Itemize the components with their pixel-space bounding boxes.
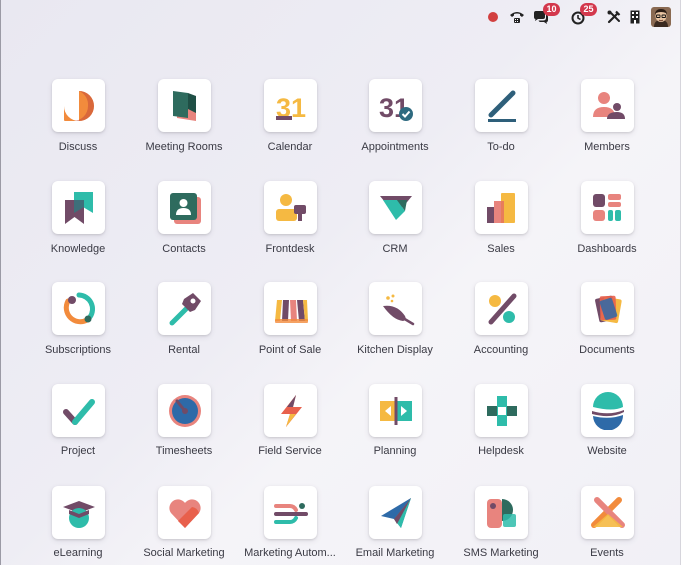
app-planning[interactable]: [369, 384, 422, 437]
app-todo[interactable]: [475, 79, 528, 132]
contacts-icon: [169, 192, 201, 224]
members-icon: [592, 91, 625, 119]
app-kitchen-display[interactable]: [369, 282, 422, 335]
kitchen-display-icon: [382, 294, 414, 325]
app-members[interactable]: [581, 79, 634, 132]
knowledge-icon: [64, 191, 93, 224]
helpdesk-icon: [486, 395, 517, 426]
app-label: Documents: [579, 344, 635, 356]
documents-icon: [594, 295, 622, 323]
project-icon: [62, 398, 95, 425]
app-events[interactable]: [581, 486, 634, 539]
subscriptions-icon: [63, 292, 95, 324]
sales-icon: [486, 192, 515, 223]
app-point-of-sale[interactable]: [264, 282, 317, 335]
elearning-icon: [62, 500, 95, 528]
meeting-rooms-icon: [172, 90, 196, 121]
app-contacts[interactable]: [158, 181, 211, 234]
social-marketing-icon: [168, 498, 201, 528]
app-social-marketing[interactable]: [158, 486, 211, 539]
app-discuss[interactable]: [52, 79, 105, 132]
app-project[interactable]: [52, 384, 105, 437]
app-accounting[interactable]: [475, 282, 528, 335]
appointments-icon: 31: [378, 93, 413, 123]
discuss-icon: [63, 90, 94, 121]
app-knowledge[interactable]: [52, 181, 105, 234]
rental-icon: [169, 292, 201, 325]
app-grid: Discuss Meeting Rooms 31 Calendar 31 App…: [0, 0, 681, 565]
field-service-icon: [280, 394, 302, 427]
app-field-service[interactable]: [264, 384, 317, 437]
point-of-sale-icon: [274, 299, 308, 323]
app-label: Members: [584, 141, 630, 153]
website-icon: [591, 391, 624, 430]
app-sms-marketing[interactable]: [475, 486, 528, 539]
app-meeting-rooms[interactable]: [158, 79, 211, 132]
calendar-icon: 31: [275, 93, 305, 123]
app-frontdesk[interactable]: [264, 181, 317, 234]
app-appointments[interactable]: 31: [369, 79, 422, 132]
accounting-icon: [488, 293, 516, 324]
timesheets-icon: [168, 394, 201, 427]
app-dashboards[interactable]: [581, 181, 634, 234]
app-timesheets[interactable]: [158, 384, 211, 437]
todo-icon: [487, 90, 516, 122]
app-crm[interactable]: [369, 181, 422, 234]
planning-icon: [379, 396, 412, 425]
app-elearning[interactable]: [52, 486, 105, 539]
app-subscriptions[interactable]: [52, 282, 105, 335]
app-sales[interactable]: [475, 181, 528, 234]
app-helpdesk[interactable]: [475, 384, 528, 437]
app-documents[interactable]: [581, 282, 634, 335]
app-calendar[interactable]: 31: [264, 79, 317, 132]
sms-marketing-icon: [486, 498, 516, 528]
frontdesk-icon: [275, 193, 306, 221]
app-rental[interactable]: [158, 282, 211, 335]
app-email-marketing[interactable]: [369, 486, 422, 539]
app-marketing-automation[interactable]: [264, 486, 317, 539]
email-marketing-icon: [380, 497, 411, 528]
app-label: Dashboards: [577, 243, 637, 255]
marketing-automation-icon: [273, 502, 308, 524]
app-website[interactable]: [581, 384, 634, 437]
crm-icon: [379, 195, 412, 220]
app-label: Events: [590, 547, 624, 559]
app-label: Website: [587, 445, 627, 457]
dashboards-icon: [592, 193, 621, 221]
events-icon: [590, 496, 625, 528]
